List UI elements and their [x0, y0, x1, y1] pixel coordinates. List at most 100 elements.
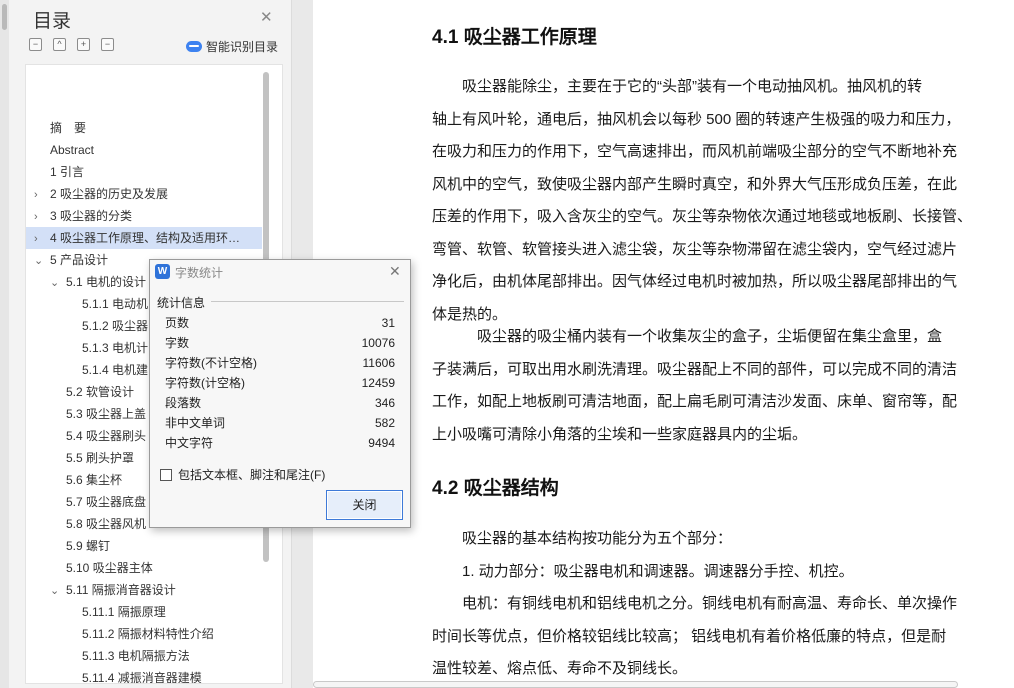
toc-item-label: 5.9 螺钉	[66, 539, 111, 553]
chevron-down-icon[interactable]: ⌄	[34, 250, 46, 271]
toc-item[interactable]: 5.10 吸尘器主体	[26, 557, 262, 579]
stat-label: 字符数(不计空格)	[165, 356, 257, 370]
stat-value: 12459	[361, 376, 395, 390]
expand-up-icon[interactable]: ^	[53, 38, 66, 51]
divider	[211, 301, 404, 302]
chevron-down-icon[interactable]: ⌄	[50, 580, 62, 601]
outer-scrollbar-thumb[interactable]	[2, 4, 7, 30]
text-line: 吸尘器的基本结构按功能分为五个部分：	[432, 530, 733, 547]
close-icon[interactable]: ✕	[260, 8, 273, 26]
toc-item-label: 5.11.2 隔振材料特性介绍	[82, 627, 214, 641]
toc-item-label: 摘 要	[50, 121, 87, 135]
smart-toc-button[interactable]: 智能识别目录	[186, 38, 278, 55]
stat-row: 段落数 346	[165, 393, 395, 413]
checkbox-box[interactable]	[160, 468, 172, 481]
toc-item-label: 1 引言	[50, 165, 85, 179]
chevron-right-icon[interactable]: ›	[34, 206, 46, 227]
stat-label: 段落数	[165, 396, 202, 410]
cloud-icon	[186, 41, 202, 52]
stat-row: 中文字符 9494	[165, 433, 395, 453]
toc-item[interactable]: › 3 吸尘器的分类	[26, 205, 262, 227]
toc-item-label: 5.11.4 减振消音器建模	[82, 671, 202, 684]
toc-item-label: 5.5 刷头护罩	[66, 451, 135, 465]
wps-logo-icon: W	[155, 264, 170, 279]
toc-item-label: 5.7 吸尘器底盘	[66, 495, 147, 509]
toc-item-label: 4 吸尘器工作原理、结构及适用环…	[50, 231, 241, 245]
toc-item[interactable]: 5.11.2 隔振材料特性介绍	[26, 623, 262, 645]
toc-item[interactable]: 5.9 螺钉	[26, 535, 262, 557]
text-line: 净化后，由机体尾部排出。因气体经过电机时被加热，所以吸尘器尾部排出的气	[432, 273, 958, 290]
toc-item[interactable]: Abstract	[26, 139, 262, 161]
toc-item-label: 2 吸尘器的历史及发展	[50, 187, 169, 201]
stat-row: 字数 10076	[165, 333, 395, 353]
close-button[interactable]: 关闭	[326, 490, 403, 520]
stat-value: 346	[374, 396, 395, 410]
toc-item-label: 5.4 吸尘器刷头	[66, 429, 147, 443]
text-line: 压差的作用下，吸入含灰尘的空气。灰尘等杂物依次通过地毯或地板刷、长接管、	[432, 208, 973, 225]
text-line: 工作，如配上地板刷可清洁地面，配上扁毛刷可清洁沙发面、床单、窗帘等，配	[432, 393, 958, 410]
stat-row: 字符数(计空格) 12459	[165, 373, 395, 393]
stat-label: 中文字符	[165, 436, 214, 450]
remove-icon[interactable]: −	[101, 38, 114, 51]
toc-item-label: 5.1.4 电机建	[82, 363, 149, 377]
toc-item-label: Abstract	[50, 143, 95, 157]
section-heading-4-2: 4.2 吸尘器结构	[432, 478, 559, 499]
text-line: 吸尘器能除尘，主要在于它的“头部”装有一个电动抽风机。抽风机的转	[432, 78, 922, 95]
toc-item[interactable]: ⌄ 5.11 隔振消音器设计	[26, 579, 262, 601]
toc-item-label: 5.3 吸尘器上盖	[66, 407, 147, 421]
toc-item-label: 5.1.3 电机计	[82, 341, 149, 355]
stat-row: 字符数(不计空格) 11606	[165, 353, 395, 373]
smart-toc-label: 智能识别目录	[206, 40, 279, 54]
toc-item-label: 5.10 吸尘器主体	[66, 561, 153, 575]
text-line: 轴上有风叶轮，通电后，抽风机会以每秒 500 圈的转速产生极强的吸力和压力，	[432, 110, 961, 128]
toc-item-label: 5.11 隔振消音器设计	[66, 583, 176, 597]
text-line: 在吸力和压力的作用下，空气高速排出，而风机前端吸尘部分的空气不断地补充	[432, 143, 958, 160]
paragraph-structure: 吸尘器的基本结构按功能分为五个部分： 1. 动力部分：吸尘器电机和调速器。调速器…	[432, 523, 985, 686]
toc-item[interactable]: › 4 吸尘器工作原理、结构及适用环…	[26, 227, 262, 249]
text-line: 子装满后，可取出用水刷洗清理。吸尘器配上不同的部件，可以完成不同的清洁	[432, 360, 958, 378]
chevron-right-icon[interactable]: ›	[34, 184, 46, 205]
collapse-icon[interactable]: −	[29, 38, 42, 51]
toc-item[interactable]: 5.11.4 减振消音器建模	[26, 667, 262, 684]
text-line: 1. 动力部分：吸尘器电机和调速器。调速器分手控、机控。	[432, 562, 854, 580]
toc-item-label: 5.11.3 电机隔振方法	[82, 649, 190, 663]
text-line: 吸尘器的吸尘桶内装有一个收集灰尘的盒子，尘垢便留在集尘盒里，盒	[432, 328, 943, 345]
toc-item[interactable]: 5.11.3 电机隔振方法	[26, 645, 262, 667]
chevron-down-icon[interactable]: ⌄	[50, 272, 62, 293]
include-textbox-checkbox[interactable]: 包括文本框、脚注和尾注(F)	[160, 466, 325, 483]
horizontal-scrollbar[interactable]	[313, 681, 958, 688]
stat-label: 页数	[165, 316, 190, 330]
stat-value: 582	[374, 416, 395, 430]
text-line: 风机中的空气，致使吸尘器内部产生瞬时真空，和外界大气压形成负压差，在此	[432, 175, 958, 193]
toc-toolbar: − ^ + −	[29, 38, 114, 51]
toc-item[interactable]: 摘 要	[26, 117, 262, 139]
toc-item-label: 5.8 吸尘器风机	[66, 517, 147, 531]
paragraph-dust-bin: 吸尘器的吸尘桶内装有一个收集灰尘的盒子，尘垢便留在集尘盒里，盒 子装满后，可取出用…	[432, 321, 985, 451]
stat-row: 页数 31	[165, 313, 395, 333]
checkbox-label: 包括文本框、脚注和尾注(F)	[178, 468, 326, 482]
paragraph-working-principle: 吸尘器能除尘，主要在于它的“头部”装有一个电动抽风机。抽风机的转轴上有风叶轮，通…	[432, 71, 985, 331]
dialog-title: 字数统计	[175, 266, 224, 280]
toc-item[interactable]: › 2 吸尘器的历史及发展	[26, 183, 262, 205]
toc-title: 目录	[33, 11, 72, 32]
outer-scrollbar[interactable]	[0, 0, 9, 688]
word-count-dialog: W 字数统计 ✕ 统计信息 页数 31 字数 10076 字符数(不计空格) 11606 字…	[149, 259, 411, 528]
stat-row: 非中文单词 582	[165, 413, 395, 433]
toc-item-label: 5 产品设计	[50, 253, 109, 267]
toc-item-label: 5.2 软管设计	[66, 385, 135, 399]
chevron-right-icon[interactable]: ›	[34, 228, 46, 249]
toc-item-label: 5.1.1 电动机	[82, 297, 149, 311]
add-icon[interactable]: +	[77, 38, 90, 51]
stat-value: 9494	[368, 436, 395, 450]
text-line: 上小吸嘴可清除小角落的尘埃和一些家庭器具内的尘垢。	[432, 425, 808, 443]
toc-item-label: 3 吸尘器的分类	[50, 209, 133, 223]
text-line: 电机：有铜线电机和铝线电机之分。铜线电机有耐高温、寿命长、单次操作	[432, 595, 958, 612]
stat-label: 字数	[165, 336, 190, 350]
toc-item[interactable]: 1 引言	[26, 161, 262, 183]
stat-value: 31	[381, 316, 395, 330]
toc-item[interactable]: 5.11.1 隔振原理	[26, 601, 262, 623]
stat-value: 10076	[361, 336, 395, 350]
text-line: 弯管、软管、软管接头进入滤尘袋，灰尘等杂物滞留在滤尘袋内，空气经过滤片	[432, 240, 958, 258]
toc-item-label: 5.11.1 隔振原理	[82, 605, 166, 619]
close-icon[interactable]: ✕	[389, 263, 401, 280]
